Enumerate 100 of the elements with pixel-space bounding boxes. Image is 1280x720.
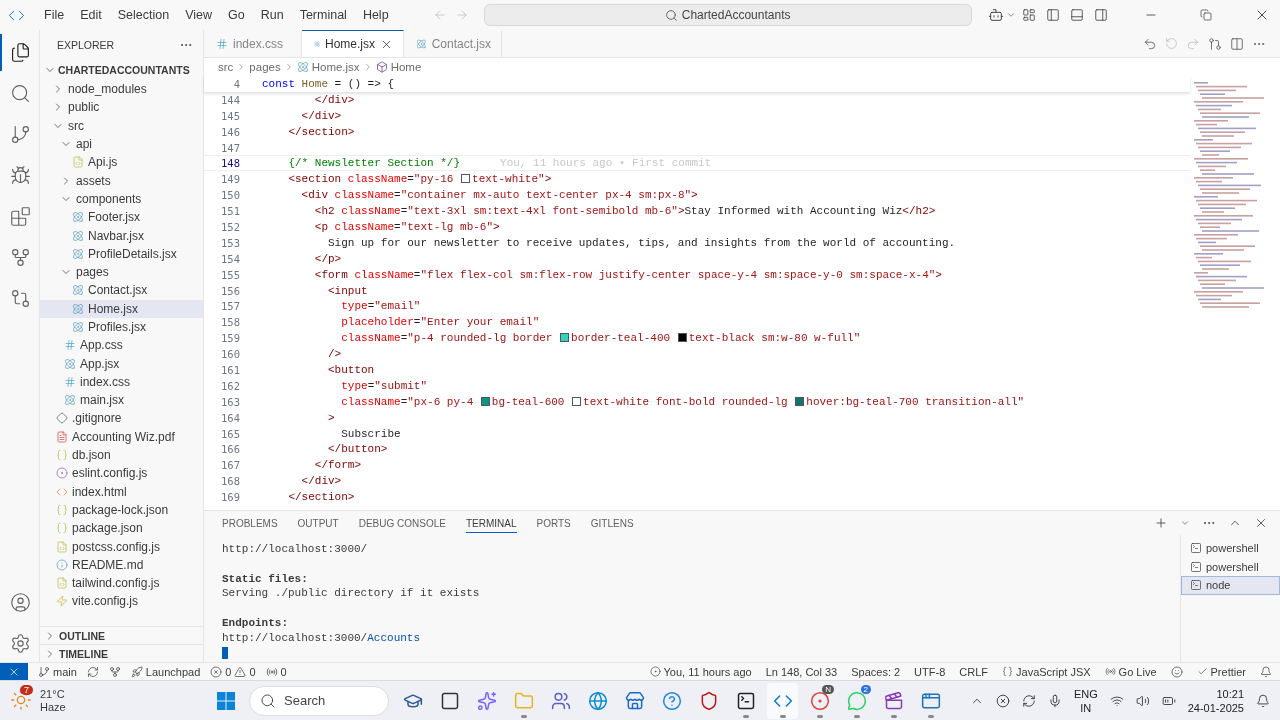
store-icon[interactable] — [624, 690, 645, 711]
explorer-entry[interactable]: package.json — [40, 519, 203, 538]
explorer-entry[interactable]: README.md — [40, 555, 203, 574]
explorer-entry[interactable]: Profiles.jsx — [40, 317, 203, 337]
explorer-entry[interactable]: postcss.config.js — [40, 537, 203, 556]
account-icon[interactable] — [10, 592, 31, 613]
chat-bubble-icon[interactable] — [846, 690, 867, 711]
explorer-entry[interactable]: Navbar.jsx — [40, 226, 203, 245]
blame-button[interactable]: You, 11 hours ago — [649, 665, 752, 678]
terminal-instance[interactable]: node — [1181, 576, 1280, 595]
browser-app-button[interactable]: N — [804, 682, 835, 719]
restore-icon[interactable] — [1200, 9, 1212, 21]
people-icon[interactable] — [550, 690, 571, 711]
task-view-icon[interactable] — [439, 690, 460, 711]
explorer-entry[interactable]: .gitignore — [40, 409, 203, 428]
windows-logo-icon[interactable] — [215, 690, 236, 711]
explorer-folder[interactable]: components — [40, 189, 203, 209]
explorer-folder[interactable]: assets — [40, 171, 203, 190]
breadcrumb[interactable]: pages — [249, 61, 281, 73]
previous-change-icon[interactable] — [1143, 36, 1157, 51]
problems-button[interactable]: 0 0 — [210, 665, 256, 678]
breadcrumb[interactable]: Home.jsx — [296, 61, 360, 73]
panel-tab[interactable]: GITLENS — [590, 513, 634, 533]
explorer-entry[interactable]: db.json — [40, 445, 203, 465]
layout-icon[interactable] — [1022, 8, 1036, 22]
folder-root[interactable]: CHARTEDACCOUNTANTS — [40, 60, 203, 80]
encoding-button[interactable]: UTF-8 — [914, 665, 946, 678]
toggle-panel-icon[interactable] — [1070, 8, 1084, 22]
search-icon[interactable] — [10, 83, 31, 104]
panel-tab[interactable]: TERMINAL — [465, 513, 517, 533]
explorer-entry[interactable]: vite.config.js — [40, 592, 203, 611]
terminal-instance[interactable]: powershell — [1181, 557, 1280, 576]
settings-icon[interactable] — [10, 633, 31, 654]
extensions-icon[interactable] — [10, 206, 31, 227]
wifi-icon[interactable] — [1109, 693, 1124, 708]
eol-button[interactable]: CRLF — [959, 665, 988, 678]
explorer-entry[interactable]: App.jsx — [40, 354, 203, 373]
volume-icon[interactable] — [1135, 693, 1150, 708]
explorer-entry[interactable]: Api.js — [40, 153, 203, 172]
language-indicator[interactable]: ENG IN — [1073, 686, 1098, 715]
prettier-button[interactable]: Prettier — [1196, 665, 1246, 678]
explorer-folder[interactable]: public — [40, 98, 203, 117]
clapperboard-icon[interactable] — [883, 690, 904, 711]
panel-tab[interactable]: PROBLEMS — [222, 513, 278, 533]
language-button[interactable]: JavaScript JSX — [1002, 665, 1091, 678]
clock[interactable]: 10:21 24-01-2025 — [1187, 686, 1244, 715]
breadcrumb[interactable]: Home — [375, 61, 422, 73]
notification-icon[interactable] — [1256, 693, 1270, 708]
toggle-sidebar-icon[interactable] — [1046, 8, 1060, 22]
menu-item[interactable]: Terminal — [292, 6, 354, 24]
globe-icon[interactable] — [587, 690, 608, 711]
help-icon[interactable] — [661, 690, 682, 711]
menu-item[interactable]: View — [178, 6, 219, 24]
explorer-entry[interactable]: main.jsx — [40, 391, 203, 410]
explorer-entry[interactable]: package-lock.json — [40, 500, 203, 520]
sparkle-icon[interactable] — [476, 690, 497, 711]
run-debug-icon[interactable] — [10, 165, 31, 186]
feedback-icon[interactable] — [1170, 665, 1183, 678]
explorer-entry[interactable]: App.css — [40, 336, 203, 355]
explorer-entry[interactable]: eslint.config.js — [40, 464, 203, 483]
explorer-entry[interactable]: Home.jsx — [40, 299, 203, 318]
branch-nodes-icon[interactable] — [10, 247, 31, 268]
files-icon[interactable] — [10, 42, 31, 63]
sync-icon[interactable] — [1021, 693, 1036, 708]
explorer-folder[interactable]: node_modules — [40, 80, 203, 99]
fork-icon[interactable] — [108, 665, 121, 678]
sync-icon[interactable] — [86, 665, 99, 678]
editor-tab[interactable]: Home.jsx — [302, 30, 404, 57]
explorer-folder[interactable]: pages — [40, 262, 203, 282]
terminal-instance[interactable]: powershell — [1181, 539, 1280, 558]
explorer-entry[interactable]: index.css — [40, 372, 203, 392]
robot-icon[interactable] — [987, 7, 1004, 23]
command-center[interactable]: ChartedAccountants — [483, 4, 972, 26]
source-control-icon[interactable] — [10, 124, 31, 145]
panel-tab[interactable]: DEBUG CONSOLE — [358, 513, 446, 533]
menu-item[interactable]: Go — [221, 6, 252, 24]
ports-button[interactable]: 0 — [265, 665, 287, 678]
taskbar-search-field[interactable]: Search — [249, 685, 389, 716]
compare-icon[interactable] — [10, 288, 31, 309]
cursor-position[interactable]: Ln 148, Col 33 — [765, 665, 838, 678]
indentation-button[interactable]: Spaces: 2 — [851, 665, 901, 678]
close-panel-icon[interactable] — [1254, 516, 1268, 530]
explorer-entry[interactable]: index.html — [40, 482, 203, 501]
chat-bubble-app-button[interactable]: 2 — [841, 682, 872, 719]
branch-button[interactable]: main — [38, 665, 77, 678]
code-editor-app-button[interactable] — [767, 682, 798, 719]
branch-circle-icon[interactable] — [1208, 36, 1222, 51]
panel-tab[interactable]: OUTPUT — [297, 513, 339, 533]
menu-item[interactable]: Edit — [73, 6, 109, 24]
menu-item[interactable]: Help — [355, 6, 396, 24]
explorer-entry[interactable]: Footer.jsx — [40, 208, 203, 227]
explorer-folder[interactable]: api — [40, 134, 203, 154]
remote-button[interactable] — [0, 662, 28, 681]
section-header[interactable]: OUTLINE — [40, 626, 203, 644]
explorer-folder[interactable]: src — [40, 116, 203, 135]
menu-item[interactable]: Run — [253, 6, 291, 24]
terminal-icon[interactable] — [735, 690, 756, 711]
explorer-entry[interactable]: Contact.jsx — [40, 281, 203, 300]
go-live-button[interactable]: Go Live — [1104, 665, 1157, 678]
breadcrumb[interactable]: src — [218, 61, 234, 73]
